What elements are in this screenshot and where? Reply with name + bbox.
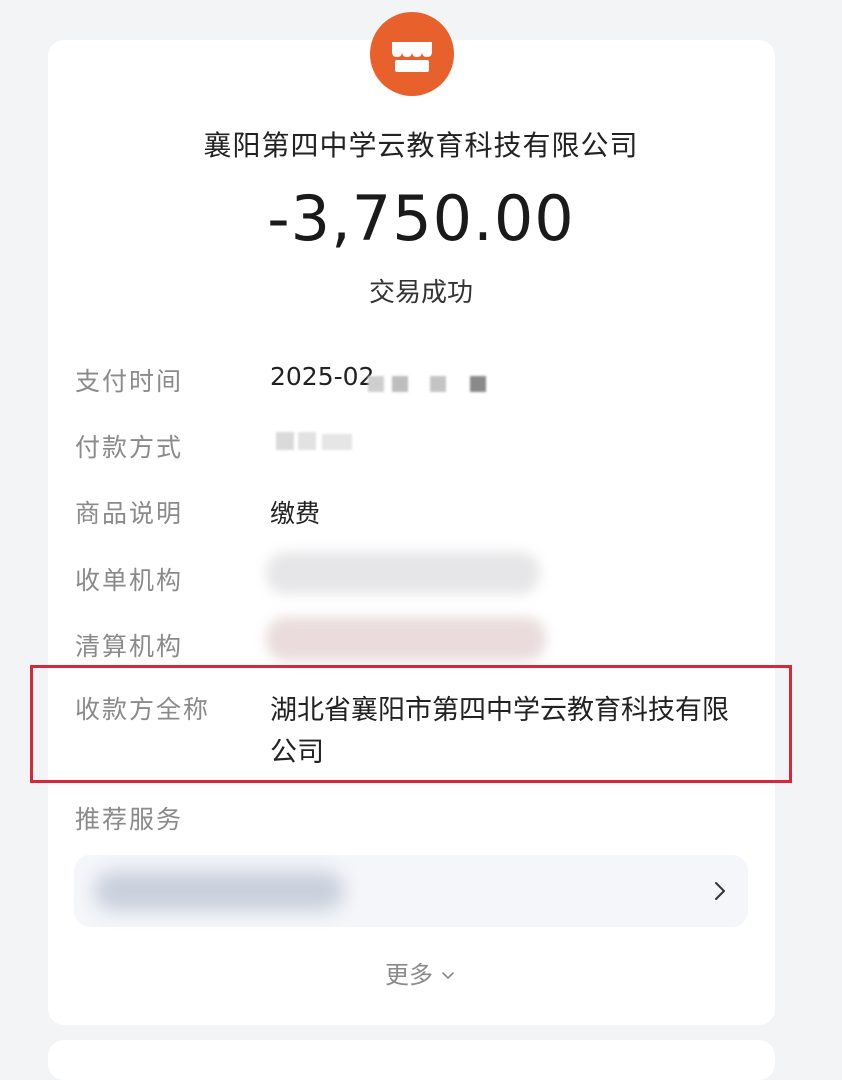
storefront-icon [370, 12, 454, 96]
merchant-name: 襄阳第四中学云教育科技有限公司 [203, 129, 639, 162]
more-label: 更多 [385, 961, 433, 989]
pay-time-value: 2025-02 [270, 362, 375, 391]
payee-label: 收款方全称 [75, 695, 211, 724]
acquirer-label: 收单机构 [75, 566, 184, 595]
transaction-amount: -3,750.00 [267, 182, 575, 255]
more-button[interactable]: 更多 [0, 955, 842, 990]
goods-value: 缴费 [270, 499, 321, 528]
clearing-redaction [266, 617, 546, 661]
goods-label: 商品说明 [75, 499, 184, 528]
chevron-right-icon [715, 882, 725, 900]
transaction-status: 交易成功 [368, 278, 473, 308]
acquirer-redaction [266, 552, 540, 594]
recommend-redaction [94, 871, 344, 911]
pay-time-label: 支付时间 [75, 367, 184, 396]
payment-method-label: 付款方式 [75, 433, 184, 462]
recommend-label: 推荐服务 [75, 805, 184, 834]
next-card [48, 1040, 775, 1080]
clearing-label: 清算机构 [75, 632, 184, 661]
payee-value: 湖北省襄阳市第四中学云教育科技有限公司 [270, 695, 729, 768]
recommend-service-item[interactable] [74, 855, 748, 927]
chevron-down-icon [439, 962, 457, 990]
